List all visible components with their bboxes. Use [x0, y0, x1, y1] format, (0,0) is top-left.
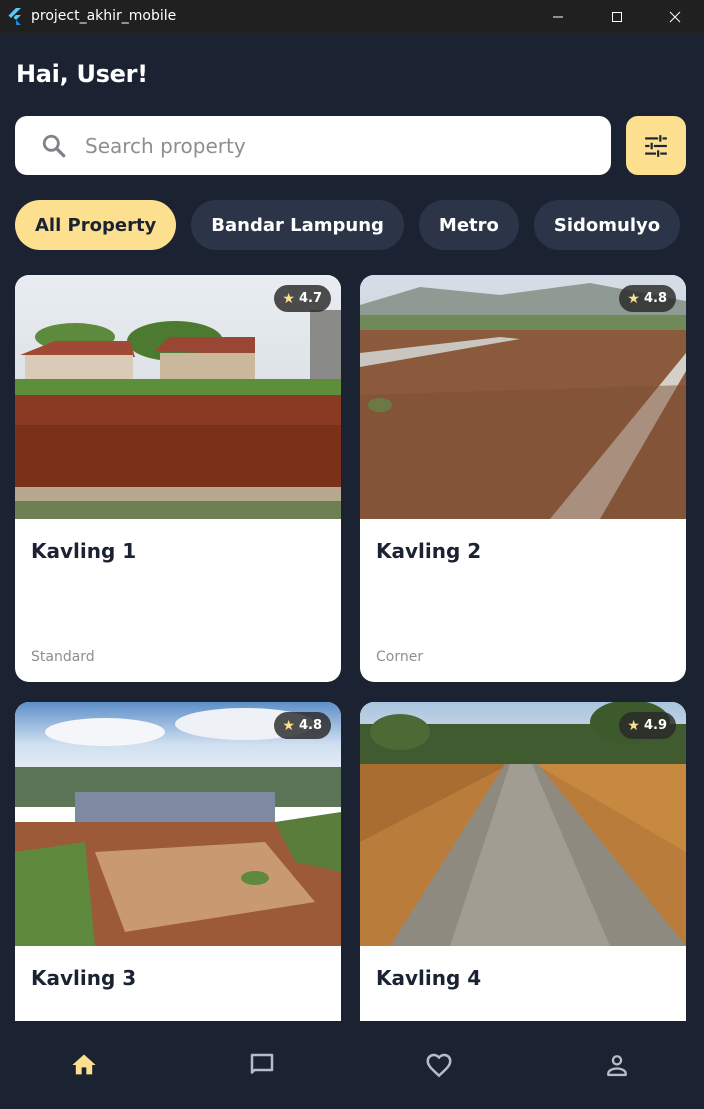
property-image: ★ 4.7 [15, 275, 341, 519]
property-type: Corner [376, 649, 424, 665]
property-grid: ★ 4.7 Kavling 1 Standard ★ 4.8 Kavling 2… [15, 275, 686, 1021]
profile-icon [607, 1055, 627, 1077]
rating-value: 4.9 [643, 718, 667, 733]
property-card[interactable]: ★ 4.9 Kavling 4 [360, 702, 686, 1021]
favorite-icon [426, 1053, 452, 1078]
star-icon: ★ [282, 290, 295, 307]
chat-icon [250, 1053, 274, 1074]
property-title: Kavling 2 [376, 539, 482, 563]
star-icon: ★ [282, 717, 295, 734]
chip-sidomulyo[interactable]: Sidomulyo [533, 200, 681, 250]
nav-home[interactable] [59, 1047, 109, 1083]
property-type: Standard [31, 649, 95, 665]
rating-value: 4.8 [643, 291, 667, 306]
nav-chat[interactable] [237, 1047, 287, 1083]
flutter-logo-icon [8, 8, 21, 25]
rating-badge: ★ 4.8 [619, 285, 676, 312]
minimize-icon [553, 16, 563, 17]
greeting-heading: Hai, User! [16, 60, 148, 88]
home-icon [72, 1054, 96, 1075]
rating-badge: ★ 4.7 [274, 285, 331, 312]
close-button[interactable] [646, 0, 704, 33]
property-title: Kavling 3 [31, 966, 137, 990]
search-icon [42, 134, 66, 158]
star-icon: ★ [627, 290, 640, 307]
maximize-icon [612, 11, 622, 22]
tune-sliders-icon [645, 134, 667, 157]
category-chips: All Property Bandar Lampung Metro Sidomu… [15, 200, 681, 250]
chip-metro[interactable]: Metro [418, 200, 519, 250]
star-icon: ★ [627, 717, 640, 734]
minimize-button[interactable] [529, 0, 587, 33]
filter-button[interactable] [626, 116, 686, 175]
property-card[interactable]: ★ 4.8 Kavling 2 Corner [360, 275, 686, 682]
property-card[interactable]: ★ 4.7 Kavling 1 Standard [15, 275, 341, 682]
property-card[interactable]: ★ 4.8 Kavling 3 [15, 702, 341, 1021]
property-image: ★ 4.8 [360, 275, 686, 519]
chip-all-property[interactable]: All Property [15, 200, 177, 250]
rating-badge: ★ 4.9 [619, 712, 676, 739]
close-icon [669, 11, 681, 22]
bottom-navigation [0, 1021, 704, 1109]
window-title: project_akhir_mobile [31, 8, 177, 24]
rating-value: 4.8 [298, 718, 322, 733]
maximize-button[interactable] [588, 0, 646, 33]
property-title: Kavling 1 [31, 539, 137, 563]
rating-badge: ★ 4.8 [274, 712, 331, 739]
property-image: ★ 4.9 [360, 702, 686, 946]
search-input[interactable] [85, 130, 585, 162]
rating-value: 4.7 [298, 291, 322, 306]
chip-bandar-lampung[interactable]: Bandar Lampung [191, 200, 404, 250]
property-title: Kavling 4 [376, 966, 482, 990]
nav-favorites[interactable] [414, 1047, 464, 1083]
window-titlebar: project_akhir_mobile [0, 0, 704, 33]
nav-profile[interactable] [592, 1047, 642, 1083]
property-image: ★ 4.8 [15, 702, 341, 946]
search-bar[interactable] [15, 116, 611, 175]
